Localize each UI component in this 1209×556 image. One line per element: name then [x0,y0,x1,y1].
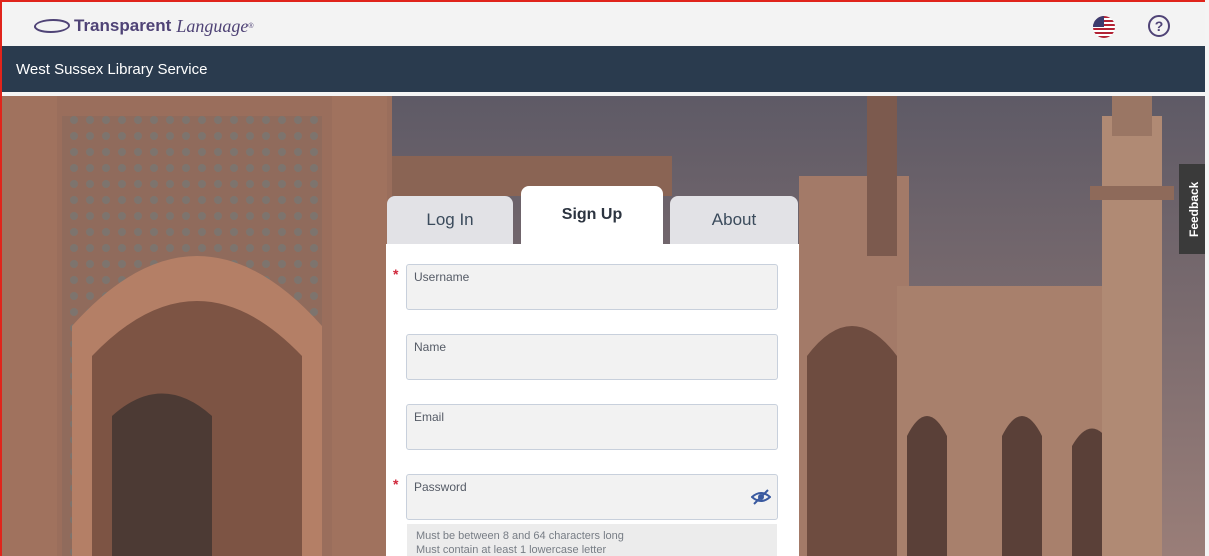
brand-logo[interactable]: Transparent Language ® [32,15,254,37]
password-hint: Must be between 8 and 64 characters long [416,530,624,542]
tab-log-in[interactable]: Log In [387,196,513,244]
name-label: Name [414,340,447,354]
us-flag-icon[interactable] [1093,16,1115,38]
email-label: Email [414,410,445,424]
password-requirements: Must be between 8 and 64 characters long… [407,524,777,556]
username-label: Username [414,270,470,284]
tab-sign-up[interactable]: Sign Up [521,186,663,244]
required-marker: * [393,476,399,492]
password-field[interactable]: Password [406,474,778,520]
page-scrollbar[interactable] [1205,0,1209,556]
username-field[interactable]: Username [406,264,778,310]
top-bar: Transparent Language ® ? [2,2,1207,46]
app-frame: Transparent Language ® ? West Sussex Lib… [0,0,1209,556]
help-icon[interactable]: ? [1148,15,1170,37]
email-field[interactable]: Email [406,404,778,450]
logo-swoosh-icon [32,19,72,33]
password-label: Password [414,480,467,494]
brand-registered-mark: ® [248,22,254,30]
eye-slash-icon[interactable] [751,489,771,505]
required-marker: * [393,266,399,282]
brand-name-bold: Transparent [74,16,172,35]
password-hint: Must contain at least 1 lowercase letter [416,544,607,556]
tab-about[interactable]: About [670,196,798,244]
library-name: West Sussex Library Service [16,61,208,78]
name-field[interactable]: Name [406,334,778,380]
brand-name-italic: Language [176,15,249,36]
library-header: West Sussex Library Service [2,46,1207,92]
